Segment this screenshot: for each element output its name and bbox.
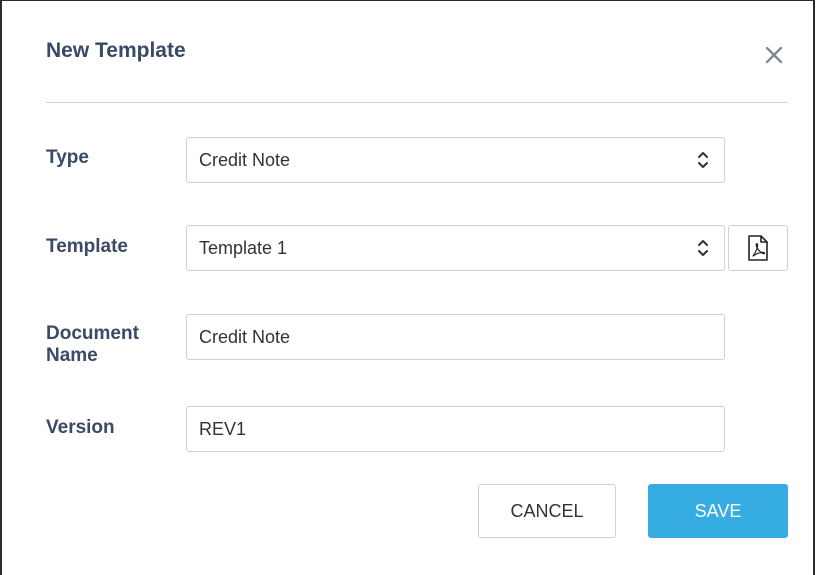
template-label: Template — [46, 236, 129, 257]
template-select-value: Template 1 — [199, 237, 288, 258]
type-select-value: Credit Note — [199, 149, 291, 170]
document-name-label-line1: Document — [46, 323, 139, 344]
version-input-value: REV1 — [199, 418, 247, 439]
version-label: Version — [46, 417, 115, 438]
close-button[interactable] — [758, 39, 788, 69]
document-name-label: Document Name — [46, 323, 139, 367]
dialog-title: New Template — [46, 39, 186, 62]
document-name-input-value: Credit Note — [199, 326, 291, 347]
type-label: Type — [46, 147, 89, 168]
new-template-dialog: New Template Type Credit Note Template T… — [0, 0, 815, 575]
document-name-label-line2: Name — [46, 345, 98, 366]
pdf-file-icon — [748, 235, 768, 261]
chevron-up-down-icon — [698, 240, 708, 256]
cancel-button[interactable]: CANCEL — [478, 484, 616, 538]
close-icon — [765, 46, 783, 64]
version-input[interactable]: REV1 — [186, 406, 725, 452]
template-pdf-preview-button[interactable] — [728, 225, 788, 271]
type-select[interactable]: Credit Note — [186, 137, 725, 183]
template-select[interactable]: Template 1 — [186, 225, 725, 271]
title-divider — [46, 102, 788, 103]
chevron-up-down-icon — [698, 152, 708, 168]
document-name-input[interactable]: Credit Note — [186, 314, 725, 360]
save-button[interactable]: SAVE — [648, 484, 788, 538]
